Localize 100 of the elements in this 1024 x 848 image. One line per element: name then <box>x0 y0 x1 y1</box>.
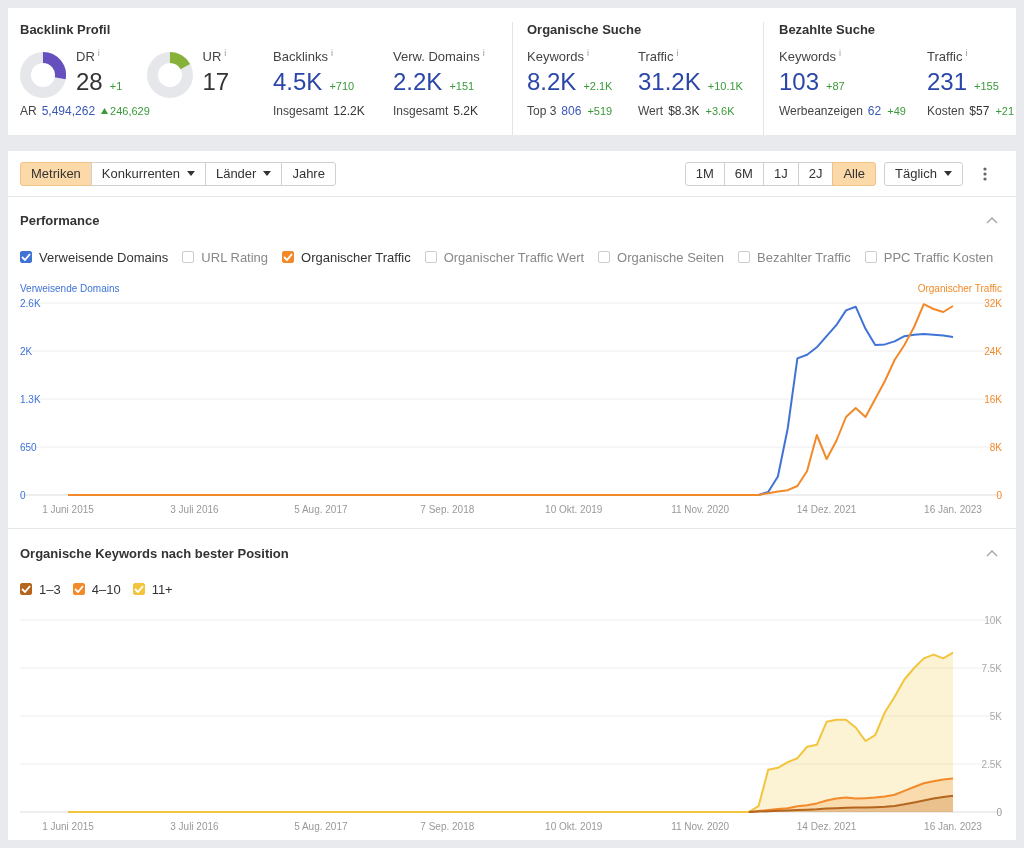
interval-dropdown[interactable]: Täglich <box>884 161 963 186</box>
view-tab[interactable]: Konkurrenten <box>90 161 206 186</box>
checkbox-label[interactable]: Bezahlter Traffic <box>757 249 851 265</box>
checkbox-label[interactable]: 11+ <box>151 581 173 597</box>
sub-delta: +3.6K <box>705 104 735 119</box>
axis-tick-label: 5 Aug. 2017 <box>294 504 348 515</box>
section-title: Backlink Profil <box>20 22 112 38</box>
panel-title: Performance <box>20 212 100 228</box>
collapse-chevron-icon[interactable] <box>986 216 998 224</box>
checkbox-label[interactable]: 4–10 <box>91 581 121 597</box>
metric-delta: +155 <box>974 80 999 92</box>
checkbox[interactable] <box>598 251 611 263</box>
metric-value: 28 <box>76 67 103 97</box>
checkbox[interactable] <box>72 583 85 595</box>
sub-delta: 246,629 <box>110 104 150 119</box>
more-menu-icon[interactable] <box>983 166 987 181</box>
metric-value: 231 <box>927 67 968 97</box>
metric-delta: +87 <box>826 80 845 92</box>
range-tab[interactable]: Alle <box>832 161 877 186</box>
metric-label: Traffic <box>927 48 963 66</box>
axis-tick-label: 7.5K <box>981 663 1002 674</box>
sub-label: Kosten <box>927 103 965 120</box>
view-tab[interactable]: Metriken <box>20 161 92 186</box>
axis-tick-label: 0 <box>996 807 1002 818</box>
metric-label: Traffic <box>638 48 674 66</box>
metric-delta: +710 <box>329 80 355 92</box>
range-tab[interactable]: 2J <box>797 161 834 186</box>
range-tab[interactable]: 1J <box>762 161 799 186</box>
donut-gauge <box>146 52 193 98</box>
checkbox[interactable] <box>182 251 195 263</box>
axis-tick-label: 0 <box>996 490 1002 501</box>
axis-tick-label: 10K <box>984 615 1002 626</box>
sub-value[interactable]: 5,494,262 <box>41 102 96 120</box>
sub-value[interactable]: 62 <box>867 102 882 120</box>
axis-tick-label: 14 Dez. 2021 <box>796 504 857 515</box>
sub-value[interactable]: 806 <box>561 102 582 120</box>
checkbox-label[interactable]: Organischer Traffic Wert <box>443 249 585 265</box>
view-tab[interactable]: Länder <box>204 161 283 186</box>
checkbox-label[interactable]: 1–3 <box>39 581 61 597</box>
metric-delta: +10.1K <box>707 80 743 92</box>
axis-tick-label: 2.5K <box>981 759 1002 770</box>
caret-icon <box>944 171 952 176</box>
sub-label: Insgesamt <box>273 103 329 120</box>
axis-tick-label: 11 Nov. 2020 <box>671 821 730 832</box>
checkbox-label[interactable]: URL Rating <box>201 249 269 265</box>
sub-delta: +21 <box>995 104 1015 119</box>
sub-label: AR <box>20 103 37 120</box>
axis-tick-label: 16 Jan. 2023 <box>924 504 982 515</box>
axis-tick-label: 11 Nov. 2020 <box>671 504 730 515</box>
sub-value: $57 <box>969 103 990 120</box>
checkbox-label[interactable]: PPC Traffic Kosten <box>883 249 994 265</box>
axis-tick-label: 3 Juli 2016 <box>170 821 219 832</box>
axis-tick-label: 10 Okt. 2019 <box>545 821 603 832</box>
axis-tick-label: 5K <box>989 711 1002 722</box>
checkbox[interactable] <box>20 583 32 595</box>
checkbox[interactable] <box>424 251 437 263</box>
metric-label: Verw. Domains <box>393 48 480 66</box>
axis-tick-label: 3 Juli 2016 <box>170 504 219 515</box>
axis-tick-label: 16 Jan. 2023 <box>924 821 982 832</box>
sub-value: 5.2K <box>453 103 479 120</box>
checkbox[interactable] <box>20 251 32 263</box>
metric-value: 103 <box>779 67 820 97</box>
axis-tick-label: 8K <box>989 442 1002 453</box>
checkbox[interactable] <box>864 251 877 263</box>
checkbox[interactable] <box>738 251 751 263</box>
checkbox-label[interactable]: Organischer Traffic <box>301 249 411 265</box>
panel-title: Organische Keywords nach bester Position <box>20 545 289 561</box>
checkbox[interactable] <box>132 583 145 595</box>
up-triangle-icon <box>101 108 109 114</box>
sub-label: Top 3 <box>527 103 557 120</box>
axis-tick-label: 7 Sep. 2018 <box>420 504 475 515</box>
view-tab[interactable]: Jahre <box>281 161 336 186</box>
section-title: Organische Suche <box>527 22 643 38</box>
axis-tick-label: 1.3K <box>20 394 41 405</box>
sub-label: Wert <box>638 103 664 120</box>
metric-label: Backlinks <box>273 48 328 66</box>
checkbox-label[interactable]: Verweisende Domains <box>39 249 169 265</box>
sub-value: $8.3K <box>668 103 700 120</box>
checkbox-label[interactable]: Organische Seiten <box>617 249 725 265</box>
metric-value: 17 <box>202 67 230 97</box>
section-title: Bezahlte Suche <box>779 22 877 38</box>
range-tab[interactable]: 1M <box>684 161 725 186</box>
axis-tick-label: 0 <box>20 490 26 501</box>
metric-value: 8.2K <box>527 67 577 97</box>
axis-tick-label: 24K <box>984 346 1002 357</box>
axis-tick-label: 650 <box>20 442 37 453</box>
sub-label: Insgesamt <box>393 103 449 120</box>
collapse-chevron-icon[interactable] <box>986 549 998 557</box>
checkbox[interactable] <box>282 251 295 263</box>
axis-tick-label: 32K <box>984 298 1002 309</box>
sub-delta: +519 <box>587 104 613 119</box>
axis-tick-label: 2K <box>20 346 33 357</box>
sub-label: Werbeanzeigen <box>779 103 863 120</box>
metric-value: 2.2K <box>393 67 443 97</box>
metric-delta: +1 <box>109 80 123 92</box>
axis-tick-label: 1 Juni 2015 <box>42 821 94 832</box>
metric-label: Keywords <box>527 48 585 66</box>
metric-label: DR <box>76 48 95 66</box>
metric-label: Keywords <box>779 48 837 66</box>
range-tab[interactable]: 6M <box>723 161 764 186</box>
